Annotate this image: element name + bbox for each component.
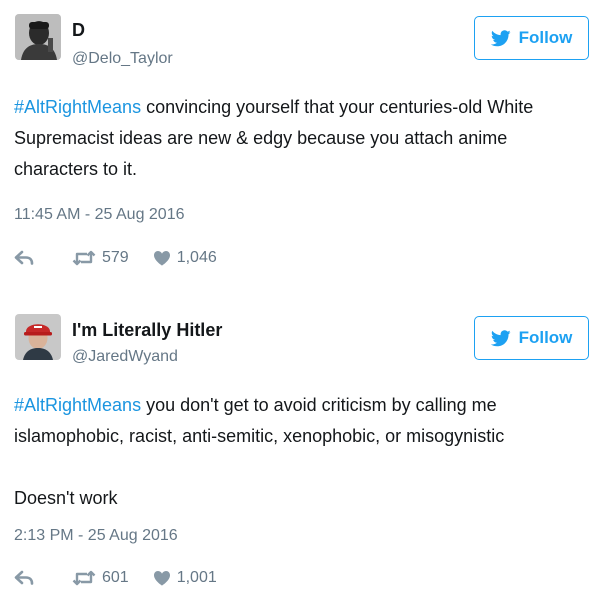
- reply-arrow-icon: [14, 570, 34, 586]
- tweet-text: #AltRightMeans convincing yourself that …: [14, 92, 579, 185]
- like-button[interactable]: 1,046: [153, 249, 217, 267]
- retweet-button[interactable]: 579: [72, 249, 129, 267]
- timestamp[interactable]: 2:13 PM - 25 Aug 2016: [14, 527, 178, 545]
- follow-label: Follow: [518, 328, 573, 347]
- like-button[interactable]: 1,001: [153, 569, 217, 587]
- avatar[interactable]: [15, 14, 61, 60]
- retweet-button[interactable]: 601: [72, 569, 129, 587]
- display-name[interactable]: I'm Literally Hitler: [72, 320, 222, 341]
- hashtag-link[interactable]: #AltRightMeans: [14, 395, 141, 415]
- retweet-icon: [72, 250, 96, 266]
- avatar[interactable]: [15, 314, 61, 360]
- follow-button[interactable]: Follow: [474, 316, 589, 360]
- reply-arrow-icon: [14, 250, 34, 266]
- retweet-count: 579: [102, 249, 129, 266]
- retweet-count: 601: [102, 569, 129, 586]
- hashtag-link[interactable]: #AltRightMeans: [14, 97, 141, 117]
- twitter-bird-icon: [490, 29, 511, 47]
- like-count: 1,046: [176, 249, 217, 266]
- follow-label: Follow: [518, 28, 573, 47]
- user-handle[interactable]: @JaredWyand: [72, 348, 178, 366]
- tweet-actions: 579 1,046: [14, 246, 217, 270]
- tweet-actions: 601 1,001: [14, 566, 217, 590]
- timestamp[interactable]: 11:45 AM - 25 Aug 2016: [14, 206, 185, 224]
- tweet-body-extra: Doesn't work: [14, 488, 118, 508]
- retweet-icon: [72, 570, 96, 586]
- tweet-card: D @Delo_Taylor Follow #AltRightMeans con…: [0, 0, 600, 292]
- heart-icon: [153, 570, 171, 586]
- display-name[interactable]: D: [72, 20, 85, 41]
- heart-icon: [153, 250, 171, 266]
- user-handle[interactable]: @Delo_Taylor: [72, 50, 173, 68]
- follow-button[interactable]: Follow: [474, 16, 589, 60]
- like-count: 1,001: [176, 569, 217, 586]
- twitter-bird-icon: [490, 329, 511, 347]
- reply-button[interactable]: [14, 570, 34, 586]
- tweet-text: #AltRightMeans you don't get to avoid cr…: [14, 390, 579, 514]
- reply-button[interactable]: [14, 250, 34, 266]
- tweet-card: I'm Literally Hitler @JaredWyand Follow …: [0, 300, 600, 600]
